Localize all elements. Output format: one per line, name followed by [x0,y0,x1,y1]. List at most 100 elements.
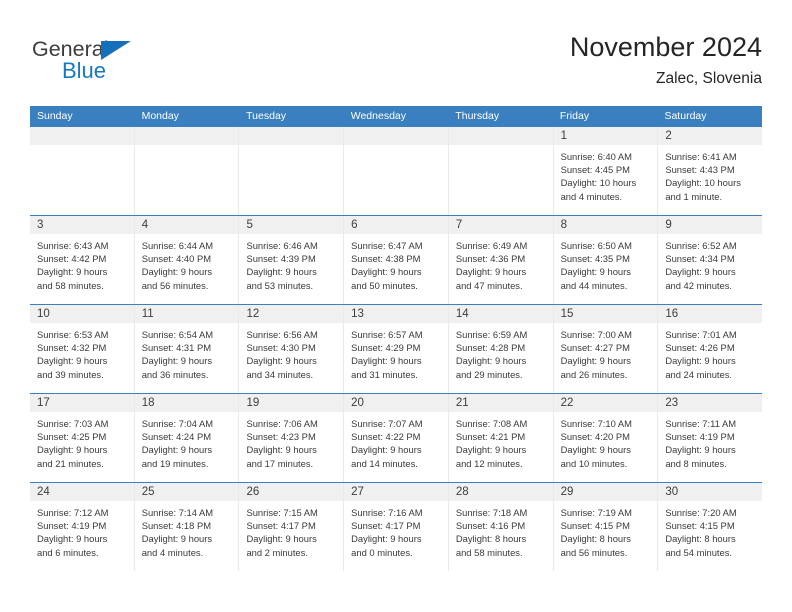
day-cell[interactable]: 8 Sunrise: 6:50 AM Sunset: 4:35 PM Daylig… [553,216,659,304]
day-cell[interactable]: 20 Sunrise: 7:07 AM Sunset: 4:22 PM Dayli… [344,394,449,482]
day-cell[interactable]: 26 Sunrise: 7:15 AM Sunset: 4:17 PM Dayli… [239,483,345,571]
day-cell[interactable]: 27 Sunrise: 7:16 AM Sunset: 4:17 PM Dayli… [344,483,449,571]
day-cell[interactable] [344,127,449,215]
location-subtitle: Zalec, Slovenia [656,70,762,87]
day-details: Sunrise: 7:07 AM Sunset: 4:22 PM Dayligh… [351,418,423,469]
day-cell[interactable]: 28 Sunrise: 7:18 AM Sunset: 4:16 PM Dayli… [448,483,554,571]
title-block: November 2024 Zalec, Slovenia [570,30,762,90]
day-details: Sunrise: 6:41 AM Sunset: 4:43 PM Dayligh… [665,151,741,202]
weekday-header-wednesday: Wednesday [350,110,406,122]
general-blue-logo[interactable]: General Blue [32,36,172,92]
week-row: 10 Sunrise: 6:53 AM Sunset: 4:32 PM Dayli… [30,304,763,393]
day-number: 29 [553,483,658,501]
day-number: 15 [553,305,658,323]
day-number: 24 [30,483,134,501]
day-details [135,145,239,150]
day-number: 30 [658,483,763,501]
day-number [134,127,239,145]
day-number: 20 [344,394,448,412]
day-details: Sunrise: 7:14 AM Sunset: 4:18 PM Dayligh… [141,507,214,558]
day-details: Sunrise: 7:15 AM Sunset: 4:17 PM Dayligh… [246,507,318,558]
day-number: 10 [30,305,134,323]
day-cell[interactable]: 4 Sunrise: 6:44 AM Sunset: 4:40 PM Daylig… [134,216,240,304]
day-cell[interactable] [134,127,240,215]
day-details: Sunrise: 6:52 AM Sunset: 4:34 PM Dayligh… [665,240,737,291]
day-number: 25 [134,483,239,501]
weekday-header-saturday: Saturday [664,110,707,122]
day-number: 5 [239,216,344,234]
day-cell[interactable]: 21 Sunrise: 7:08 AM Sunset: 4:21 PM Dayli… [448,394,554,482]
day-cell[interactable]: 30 Sunrise: 7:20 AM Sunset: 4:15 PM Dayli… [658,483,763,571]
day-number: 2 [658,127,763,145]
day-details: Sunrise: 6:53 AM Sunset: 4:32 PM Dayligh… [37,329,109,380]
day-cell[interactable]: 6 Sunrise: 6:47 AM Sunset: 4:38 PM Daylig… [344,216,449,304]
day-number: 12 [239,305,344,323]
day-number [344,127,448,145]
day-cell[interactable]: 12 Sunrise: 6:56 AM Sunset: 4:30 PM Dayli… [239,305,345,393]
day-number: 28 [448,483,553,501]
week-row: 1 Sunrise: 6:40 AM Sunset: 4:45 PM Daylig… [30,126,763,215]
day-number: 19 [239,394,344,412]
week-row: 3 Sunrise: 6:43 AM Sunset: 4:42 PM Daylig… [30,215,763,304]
page-title: November 2024 [569,32,762,62]
day-number [448,127,553,145]
day-details: Sunrise: 7:12 AM Sunset: 4:19 PM Dayligh… [37,507,109,558]
day-cell[interactable]: 18 Sunrise: 7:04 AM Sunset: 4:24 PM Dayli… [134,394,240,482]
weekday-header-thursday: Thursday [455,110,500,122]
day-details: Sunrise: 6:59 AM Sunset: 4:28 PM Dayligh… [455,329,528,380]
page-header: General Blue November 2024 Zalec, Sloven… [30,30,762,102]
day-number: 27 [344,483,448,501]
day-details: Sunrise: 7:00 AM Sunset: 4:27 PM Dayligh… [560,329,632,380]
day-number: 11 [134,305,239,323]
week-row: 17 Sunrise: 7:03 AM Sunset: 4:25 PM Dayli… [30,393,763,482]
day-cell[interactable]: 16 Sunrise: 7:01 AM Sunset: 4:26 PM Dayli… [658,305,763,393]
day-number: 17 [30,394,134,412]
day-cell[interactable]: 17 Sunrise: 7:03 AM Sunset: 4:25 PM Dayli… [30,394,135,482]
day-details: Sunrise: 6:50 AM Sunset: 4:35 PM Dayligh… [560,240,632,291]
day-cell[interactable] [239,127,345,215]
day-number: 1 [553,127,658,145]
calendar-table: Sunday Monday Tuesday Wednesday Thursday… [30,106,763,571]
day-cell[interactable]: 22 Sunrise: 7:10 AM Sunset: 4:20 PM Dayli… [553,394,659,482]
day-cell[interactable]: 25 Sunrise: 7:14 AM Sunset: 4:18 PM Dayli… [134,483,240,571]
calendar-page: General Blue November 2024 Zalec, Sloven… [0,0,792,612]
day-details: Sunrise: 6:47 AM Sunset: 4:38 PM Dayligh… [351,240,423,291]
day-cell[interactable]: 10 Sunrise: 6:53 AM Sunset: 4:32 PM Dayli… [30,305,135,393]
day-number: 9 [658,216,763,234]
day-cell[interactable]: 11 Sunrise: 6:54 AM Sunset: 4:31 PM Dayli… [134,305,240,393]
day-cell[interactable] [30,127,135,215]
day-details: Sunrise: 7:11 AM Sunset: 4:19 PM Dayligh… [665,418,737,469]
day-details: Sunrise: 7:04 AM Sunset: 4:24 PM Dayligh… [141,418,214,469]
day-details [344,145,448,150]
day-details: Sunrise: 7:16 AM Sunset: 4:17 PM Dayligh… [351,507,423,558]
day-number: 22 [553,394,658,412]
day-cell[interactable]: 2 Sunrise: 6:41 AM Sunset: 4:43 PM Daylig… [658,127,763,215]
day-cell[interactable]: 23 Sunrise: 7:11 AM Sunset: 4:19 PM Dayli… [658,394,763,482]
weekday-header-monday: Monday [141,110,179,122]
day-details: Sunrise: 6:44 AM Sunset: 4:40 PM Dayligh… [141,240,214,291]
day-cell[interactable]: 13 Sunrise: 6:57 AM Sunset: 4:29 PM Dayli… [344,305,449,393]
day-details: Sunrise: 7:10 AM Sunset: 4:20 PM Dayligh… [560,418,632,469]
day-cell[interactable]: 3 Sunrise: 6:43 AM Sunset: 4:42 PM Daylig… [30,216,135,304]
day-cell[interactable]: 5 Sunrise: 6:46 AM Sunset: 4:39 PM Daylig… [239,216,345,304]
day-number [30,127,134,145]
day-number: 7 [448,216,553,234]
day-number: 13 [344,305,448,323]
day-number: 14 [448,305,553,323]
day-cell[interactable]: 9 Sunrise: 6:52 AM Sunset: 4:34 PM Daylig… [658,216,763,304]
day-cell[interactable]: 1 Sunrise: 6:40 AM Sunset: 4:45 PM Daylig… [553,127,659,215]
day-cell[interactable]: 29 Sunrise: 7:19 AM Sunset: 4:15 PM Dayli… [553,483,659,571]
day-cell[interactable]: 15 Sunrise: 7:00 AM Sunset: 4:27 PM Dayli… [553,305,659,393]
day-details: Sunrise: 7:18 AM Sunset: 4:16 PM Dayligh… [455,507,528,558]
day-number: 4 [134,216,239,234]
day-cell[interactable]: 24 Sunrise: 7:12 AM Sunset: 4:19 PM Dayli… [30,483,135,571]
day-cell[interactable]: 14 Sunrise: 6:59 AM Sunset: 4:28 PM Dayli… [448,305,554,393]
day-cell[interactable]: 19 Sunrise: 7:06 AM Sunset: 4:23 PM Dayli… [239,394,345,482]
day-number: 26 [239,483,344,501]
day-cell[interactable]: 7 Sunrise: 6:49 AM Sunset: 4:36 PM Daylig… [448,216,554,304]
day-details: Sunrise: 6:56 AM Sunset: 4:30 PM Dayligh… [246,329,318,380]
day-cell[interactable] [448,127,554,215]
day-details: Sunrise: 7:08 AM Sunset: 4:21 PM Dayligh… [455,418,528,469]
day-number: 3 [30,216,134,234]
day-details: Sunrise: 6:57 AM Sunset: 4:29 PM Dayligh… [351,329,423,380]
